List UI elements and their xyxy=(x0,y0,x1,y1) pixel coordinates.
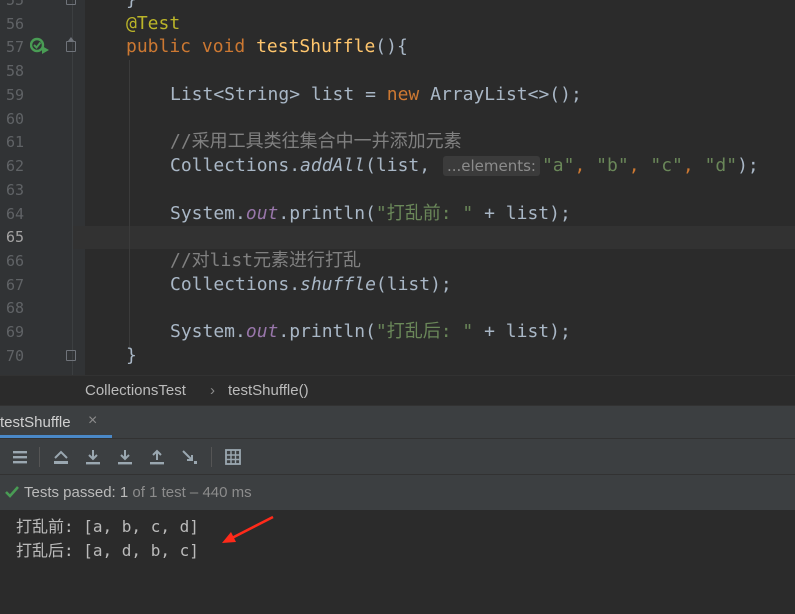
import-icon[interactable] xyxy=(115,447,135,467)
line-number: 58 xyxy=(5,62,24,80)
breadcrumb: CollectionsTest › testShuffle() xyxy=(0,375,795,406)
indent-guide xyxy=(129,60,130,350)
code-editor[interactable]: 55 56 57 58 59 60 61 62 63 64 65 66 67 6… xyxy=(0,0,795,375)
line-number: 70 xyxy=(5,347,24,365)
tab-label: testShuffle xyxy=(0,414,71,431)
check-icon xyxy=(5,486,19,498)
code-line-56: @Test xyxy=(126,13,181,34)
console-output[interactable]: 打乱前: [a, b, c, d] 打乱后: [a, d, b, c] xyxy=(0,510,795,614)
tab-testshuffle[interactable]: testShuffle × xyxy=(0,406,112,439)
toolbar-separator xyxy=(39,447,40,467)
rerun-icon[interactable] xyxy=(51,447,71,467)
line-number: 64 xyxy=(5,205,24,223)
line-number: 59 xyxy=(5,86,24,104)
run-toolbar xyxy=(0,438,795,474)
menu-icon[interactable] xyxy=(10,447,30,467)
table-icon[interactable] xyxy=(223,447,243,467)
line-number: 69 xyxy=(5,323,24,341)
test-status-bar: Tests passed: 1 of 1 test – 440 ms xyxy=(0,474,795,511)
code-line-69: System.out.println("打乱后: " + list); xyxy=(170,321,571,342)
current-line-highlight xyxy=(73,226,795,249)
fold-marker-icon[interactable] xyxy=(66,37,76,52)
code-line-66: //对list元素进行打乱 xyxy=(170,250,362,271)
up-icon[interactable] xyxy=(147,447,167,467)
line-number: 61 xyxy=(5,133,24,151)
breadcrumb-class[interactable]: CollectionsTest xyxy=(85,382,186,399)
parameter-hint: ...elements: xyxy=(442,156,540,176)
code-line-57: public void testShuffle(){ xyxy=(126,36,408,57)
line-number: 67 xyxy=(5,276,24,294)
code-line-61: //采用工具类往集合中一并添加元素 xyxy=(170,131,462,152)
export-icon[interactable] xyxy=(83,447,103,467)
run-tab-bar: testShuffle × xyxy=(0,405,795,439)
toolbar-separator xyxy=(211,447,212,467)
close-icon[interactable]: × xyxy=(88,412,97,430)
test-status-text: Tests passed: 1 of 1 test – 440 ms xyxy=(24,484,252,501)
code-line-67: Collections.shuffle(list); xyxy=(170,274,452,295)
line-number: 62 xyxy=(5,157,24,175)
code-line-59: List<String> list = new ArrayList<>(); xyxy=(170,84,582,105)
console-line: 打乱前: [a, b, c, d] xyxy=(16,517,199,536)
line-number: 68 xyxy=(5,299,24,317)
fold-marker-icon[interactable] xyxy=(66,0,76,5)
red-arrow-annotation xyxy=(222,515,274,543)
line-number: 55 xyxy=(5,0,24,9)
code-line-55: } xyxy=(126,0,137,11)
line-number: 63 xyxy=(5,181,24,199)
breadcrumb-method[interactable]: testShuffle() xyxy=(228,382,309,399)
line-number: 60 xyxy=(5,110,24,128)
code-line-70: } xyxy=(126,345,137,366)
filter-icon[interactable] xyxy=(180,447,200,467)
line-number: 56 xyxy=(5,15,24,33)
code-line-64: System.out.println("打乱前: " + list); xyxy=(170,203,571,224)
fold-marker-icon[interactable] xyxy=(66,350,76,361)
console-line: 打乱后: [a, d, b, c] xyxy=(16,541,199,560)
line-number: 66 xyxy=(5,252,24,270)
line-number-current: 65 xyxy=(5,228,24,246)
line-number: 57 xyxy=(5,38,24,56)
breadcrumb-separator: › xyxy=(210,382,215,399)
run-test-icon[interactable] xyxy=(30,37,50,55)
code-line-62: Collections.addAll(list, ...elements: "a"… xyxy=(170,155,759,176)
gutter-divider xyxy=(72,0,73,375)
